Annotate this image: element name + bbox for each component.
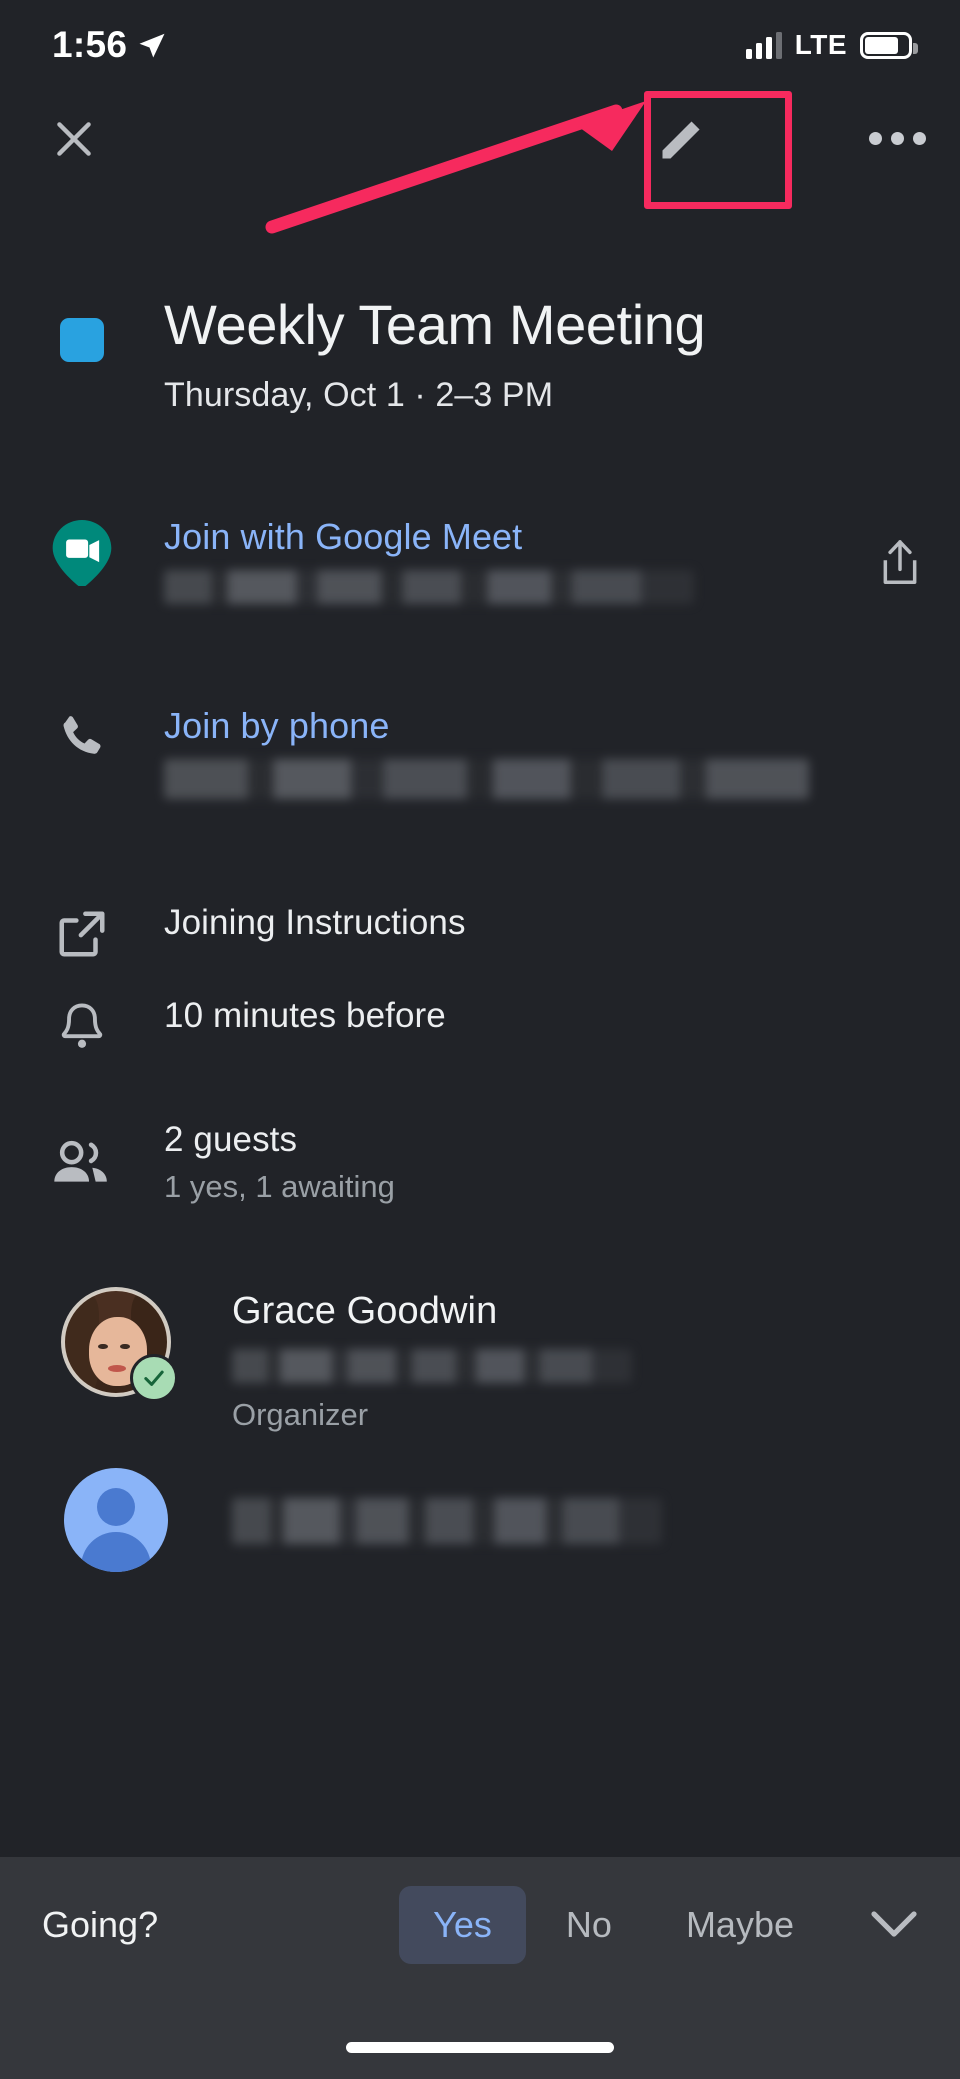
rsvp-option-yes[interactable]: Yes [399, 1886, 526, 1964]
event-title-block: Weekly Team Meeting Thursday, Oct 1 · 2–… [0, 293, 960, 415]
redacted-phone-number [164, 759, 809, 799]
guests-summary-body: 2 guests 1 yes, 1 awaiting [164, 1120, 960, 1205]
google-meet-icon-wrap [0, 516, 164, 604]
chevron-down-icon [871, 1911, 917, 1937]
redacted-guest-email [232, 1498, 662, 1544]
joining-instructions-label[interactable]: Joining Instructions [164, 903, 920, 943]
avatar [61, 1287, 178, 1402]
guest-role: Organizer [232, 1397, 369, 1432]
close-button[interactable] [36, 101, 112, 177]
share-icon [883, 540, 917, 584]
accepted-check-icon [130, 1354, 178, 1402]
join-with-google-meet-link[interactable]: Join with Google Meet [164, 516, 800, 558]
rsvp-bar: Going? Yes No Maybe [0, 1857, 960, 2079]
phone-icon [63, 716, 101, 754]
status-bar: 1:56 LTE [0, 0, 960, 90]
status-indicators: LTE [745, 29, 918, 61]
notification-body: 10 minutes before [164, 996, 960, 1056]
status-time-group: 1:56 [52, 24, 167, 66]
pencil-edit-icon [662, 121, 700, 159]
status-time: 1:56 [52, 24, 128, 65]
external-link-icon-wrap [0, 903, 164, 961]
bell-icon [61, 1003, 103, 1048]
avatar-wrap [0, 1468, 232, 1572]
rsvp-prompt: Going? [42, 1904, 159, 1945]
phone-icon-wrap [0, 705, 164, 799]
join-by-phone-body: Join by phone [164, 705, 960, 799]
guest-count-label: 2 guests [164, 1120, 298, 1159]
joining-instructions-body: Joining Instructions [164, 903, 960, 961]
event-detail-screen: 1:56 LTE Weekly Team Meeting Thursday, O… [0, 0, 960, 2079]
calendar-color-chip [60, 318, 104, 362]
event-datetime: Thursday, Oct 1 · 2–3 PM [164, 375, 554, 414]
external-link-icon [59, 911, 105, 957]
share-button[interactable] [840, 516, 960, 604]
google-meet-icon [52, 520, 112, 586]
rsvp-options: Yes No Maybe [399, 1886, 932, 1964]
page-title: Weekly Team Meeting [164, 293, 706, 356]
detail-row-join-by-phone[interactable]: Join by phone [0, 705, 960, 799]
guest-status-label: 1 yes, 1 awaiting [164, 1169, 395, 1204]
detail-row-guests[interactable]: 2 guests 1 yes, 1 awaiting [0, 1120, 960, 1205]
default-person-avatar [64, 1468, 168, 1572]
guest-info: Grace Goodwin Organizer [232, 1290, 960, 1433]
edit-button[interactable] [640, 97, 724, 181]
google-meet-body: Join with Google Meet [164, 516, 840, 604]
people-icon-wrap [0, 1120, 164, 1205]
guest-list-item[interactable]: Grace Goodwin Organizer [0, 1287, 960, 1433]
more-options-button[interactable] [860, 105, 934, 171]
rsvp-option-no[interactable]: No [532, 1886, 646, 1964]
guest-list-item[interactable] [0, 1468, 960, 1572]
rsvp-expand-button[interactable] [870, 1910, 918, 1940]
home-indicator [346, 2042, 614, 2053]
more-options-icon [912, 131, 926, 145]
people-icon [54, 1140, 107, 1182]
guest-info [232, 1468, 960, 1572]
battery-icon [860, 31, 918, 59]
bell-icon-wrap [0, 996, 164, 1056]
notification-label[interactable]: 10 minutes before [164, 996, 920, 1036]
cellular-signal-icon [745, 31, 782, 59]
more-options-icon [890, 131, 904, 145]
redacted-guest-email [232, 1349, 632, 1383]
rsvp-option-maybe[interactable]: Maybe [652, 1886, 828, 1964]
detail-row-notification[interactable]: 10 minutes before [0, 996, 960, 1056]
more-options-icon [868, 131, 882, 145]
top-action-bar [0, 95, 960, 195]
location-arrow-icon [139, 33, 165, 58]
redacted-meet-link [164, 570, 694, 604]
guest-name: Grace Goodwin [232, 1290, 498, 1332]
join-by-phone-link[interactable]: Join by phone [164, 705, 920, 747]
network-type-label: LTE [794, 29, 847, 60]
detail-row-google-meet[interactable]: Join with Google Meet [0, 516, 960, 604]
close-icon [57, 122, 91, 156]
detail-row-joining-instructions[interactable]: Joining Instructions [0, 903, 960, 961]
avatar-wrap [0, 1287, 232, 1433]
